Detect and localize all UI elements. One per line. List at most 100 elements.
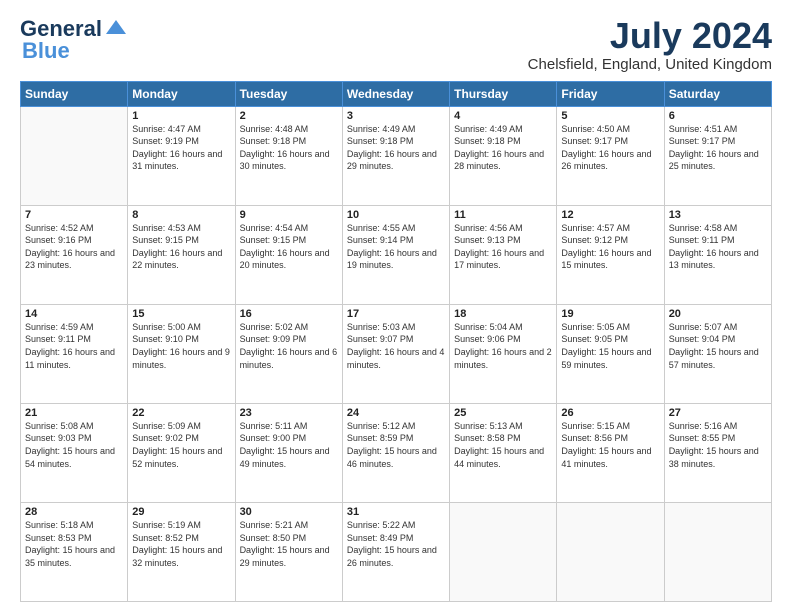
header: General Blue July 2024 Chelsfield, Engla… (20, 16, 772, 73)
day-info: Sunrise: 5:07 AMSunset: 9:04 PMDaylight:… (669, 321, 767, 371)
table-row (664, 502, 771, 601)
table-row: 14Sunrise: 4:59 AMSunset: 9:11 PMDayligh… (21, 304, 128, 403)
table-row: 3Sunrise: 4:49 AMSunset: 9:18 PMDaylight… (342, 106, 449, 205)
day-info: Sunrise: 5:11 AMSunset: 9:00 PMDaylight:… (240, 420, 338, 470)
day-info: Sunrise: 5:15 AMSunset: 8:56 PMDaylight:… (561, 420, 659, 470)
day-info: Sunrise: 5:03 AMSunset: 9:07 PMDaylight:… (347, 321, 445, 371)
table-row (21, 106, 128, 205)
day-number: 24 (347, 407, 445, 419)
table-row: 11Sunrise: 4:56 AMSunset: 9:13 PMDayligh… (450, 205, 557, 304)
day-number: 16 (240, 308, 338, 320)
calendar-week-row: 28Sunrise: 5:18 AMSunset: 8:53 PMDayligh… (21, 502, 772, 601)
table-row (557, 502, 664, 601)
day-info: Sunrise: 4:53 AMSunset: 9:15 PMDaylight:… (132, 222, 230, 272)
logo-blue: Blue (22, 38, 70, 64)
day-number: 25 (454, 407, 552, 419)
table-row: 23Sunrise: 5:11 AMSunset: 9:00 PMDayligh… (235, 403, 342, 502)
day-info: Sunrise: 5:13 AMSunset: 8:58 PMDaylight:… (454, 420, 552, 470)
table-row: 10Sunrise: 4:55 AMSunset: 9:14 PMDayligh… (342, 205, 449, 304)
day-info: Sunrise: 5:00 AMSunset: 9:10 PMDaylight:… (132, 321, 230, 371)
day-number: 10 (347, 209, 445, 221)
table-row: 25Sunrise: 5:13 AMSunset: 8:58 PMDayligh… (450, 403, 557, 502)
day-info: Sunrise: 5:21 AMSunset: 8:50 PMDaylight:… (240, 519, 338, 569)
day-number: 27 (669, 407, 767, 419)
table-row: 28Sunrise: 5:18 AMSunset: 8:53 PMDayligh… (21, 502, 128, 601)
day-number: 30 (240, 506, 338, 518)
day-number: 6 (669, 110, 767, 122)
calendar-table: Sunday Monday Tuesday Wednesday Thursday… (20, 81, 772, 602)
table-row: 27Sunrise: 5:16 AMSunset: 8:55 PMDayligh… (664, 403, 771, 502)
day-info: Sunrise: 4:51 AMSunset: 9:17 PMDaylight:… (669, 123, 767, 173)
day-number: 1 (132, 110, 230, 122)
table-row: 21Sunrise: 5:08 AMSunset: 9:03 PMDayligh… (21, 403, 128, 502)
day-info: Sunrise: 5:12 AMSunset: 8:59 PMDaylight:… (347, 420, 445, 470)
day-info: Sunrise: 4:47 AMSunset: 9:19 PMDaylight:… (132, 123, 230, 173)
table-row: 7Sunrise: 4:52 AMSunset: 9:16 PMDaylight… (21, 205, 128, 304)
col-thursday: Thursday (450, 81, 557, 106)
day-info: Sunrise: 4:59 AMSunset: 9:11 PMDaylight:… (25, 321, 123, 371)
calendar-week-row: 7Sunrise: 4:52 AMSunset: 9:16 PMDaylight… (21, 205, 772, 304)
day-number: 7 (25, 209, 123, 221)
table-row: 16Sunrise: 5:02 AMSunset: 9:09 PMDayligh… (235, 304, 342, 403)
table-row: 31Sunrise: 5:22 AMSunset: 8:49 PMDayligh… (342, 502, 449, 601)
calendar-header-row: Sunday Monday Tuesday Wednesday Thursday… (21, 81, 772, 106)
col-monday: Monday (128, 81, 235, 106)
day-info: Sunrise: 4:57 AMSunset: 9:12 PMDaylight:… (561, 222, 659, 272)
day-info: Sunrise: 5:08 AMSunset: 9:03 PMDaylight:… (25, 420, 123, 470)
col-saturday: Saturday (664, 81, 771, 106)
table-row: 8Sunrise: 4:53 AMSunset: 9:15 PMDaylight… (128, 205, 235, 304)
table-row: 26Sunrise: 5:15 AMSunset: 8:56 PMDayligh… (557, 403, 664, 502)
day-number: 18 (454, 308, 552, 320)
day-number: 26 (561, 407, 659, 419)
day-info: Sunrise: 4:49 AMSunset: 9:18 PMDaylight:… (347, 123, 445, 173)
day-info: Sunrise: 4:50 AMSunset: 9:17 PMDaylight:… (561, 123, 659, 173)
day-info: Sunrise: 5:22 AMSunset: 8:49 PMDaylight:… (347, 519, 445, 569)
day-number: 11 (454, 209, 552, 221)
col-sunday: Sunday (21, 81, 128, 106)
day-number: 29 (132, 506, 230, 518)
calendar-week-row: 21Sunrise: 5:08 AMSunset: 9:03 PMDayligh… (21, 403, 772, 502)
table-row: 6Sunrise: 4:51 AMSunset: 9:17 PMDaylight… (664, 106, 771, 205)
day-number: 14 (25, 308, 123, 320)
logo: General Blue (20, 16, 126, 64)
day-number: 13 (669, 209, 767, 221)
day-info: Sunrise: 4:49 AMSunset: 9:18 PMDaylight:… (454, 123, 552, 173)
day-info: Sunrise: 4:55 AMSunset: 9:14 PMDaylight:… (347, 222, 445, 272)
day-info: Sunrise: 4:52 AMSunset: 9:16 PMDaylight:… (25, 222, 123, 272)
table-row: 17Sunrise: 5:03 AMSunset: 9:07 PMDayligh… (342, 304, 449, 403)
col-tuesday: Tuesday (235, 81, 342, 106)
calendar-week-row: 14Sunrise: 4:59 AMSunset: 9:11 PMDayligh… (21, 304, 772, 403)
day-info: Sunrise: 5:02 AMSunset: 9:09 PMDaylight:… (240, 321, 338, 371)
day-info: Sunrise: 4:58 AMSunset: 9:11 PMDaylight:… (669, 222, 767, 272)
table-row: 30Sunrise: 5:21 AMSunset: 8:50 PMDayligh… (235, 502, 342, 601)
table-row: 5Sunrise: 4:50 AMSunset: 9:17 PMDaylight… (557, 106, 664, 205)
day-info: Sunrise: 5:16 AMSunset: 8:55 PMDaylight:… (669, 420, 767, 470)
day-number: 21 (25, 407, 123, 419)
calendar-week-row: 1Sunrise: 4:47 AMSunset: 9:19 PMDaylight… (21, 106, 772, 205)
day-number: 20 (669, 308, 767, 320)
day-number: 9 (240, 209, 338, 221)
col-friday: Friday (557, 81, 664, 106)
calendar-page: General Blue July 2024 Chelsfield, Engla… (0, 0, 792, 612)
table-row: 15Sunrise: 5:00 AMSunset: 9:10 PMDayligh… (128, 304, 235, 403)
day-number: 5 (561, 110, 659, 122)
day-number: 23 (240, 407, 338, 419)
day-number: 2 (240, 110, 338, 122)
table-row: 19Sunrise: 5:05 AMSunset: 9:05 PMDayligh… (557, 304, 664, 403)
table-row: 18Sunrise: 5:04 AMSunset: 9:06 PMDayligh… (450, 304, 557, 403)
table-row: 9Sunrise: 4:54 AMSunset: 9:15 PMDaylight… (235, 205, 342, 304)
table-row: 13Sunrise: 4:58 AMSunset: 9:11 PMDayligh… (664, 205, 771, 304)
day-number: 15 (132, 308, 230, 320)
month-title: July 2024 (528, 16, 772, 56)
table-row: 12Sunrise: 4:57 AMSunset: 9:12 PMDayligh… (557, 205, 664, 304)
day-number: 31 (347, 506, 445, 518)
day-number: 28 (25, 506, 123, 518)
title-block: July 2024 Chelsfield, England, United Ki… (528, 16, 772, 73)
table-row: 22Sunrise: 5:09 AMSunset: 9:02 PMDayligh… (128, 403, 235, 502)
day-info: Sunrise: 4:54 AMSunset: 9:15 PMDaylight:… (240, 222, 338, 272)
table-row: 1Sunrise: 4:47 AMSunset: 9:19 PMDaylight… (128, 106, 235, 205)
table-row (450, 502, 557, 601)
table-row: 2Sunrise: 4:48 AMSunset: 9:18 PMDaylight… (235, 106, 342, 205)
table-row: 4Sunrise: 4:49 AMSunset: 9:18 PMDaylight… (450, 106, 557, 205)
day-info: Sunrise: 5:04 AMSunset: 9:06 PMDaylight:… (454, 321, 552, 371)
